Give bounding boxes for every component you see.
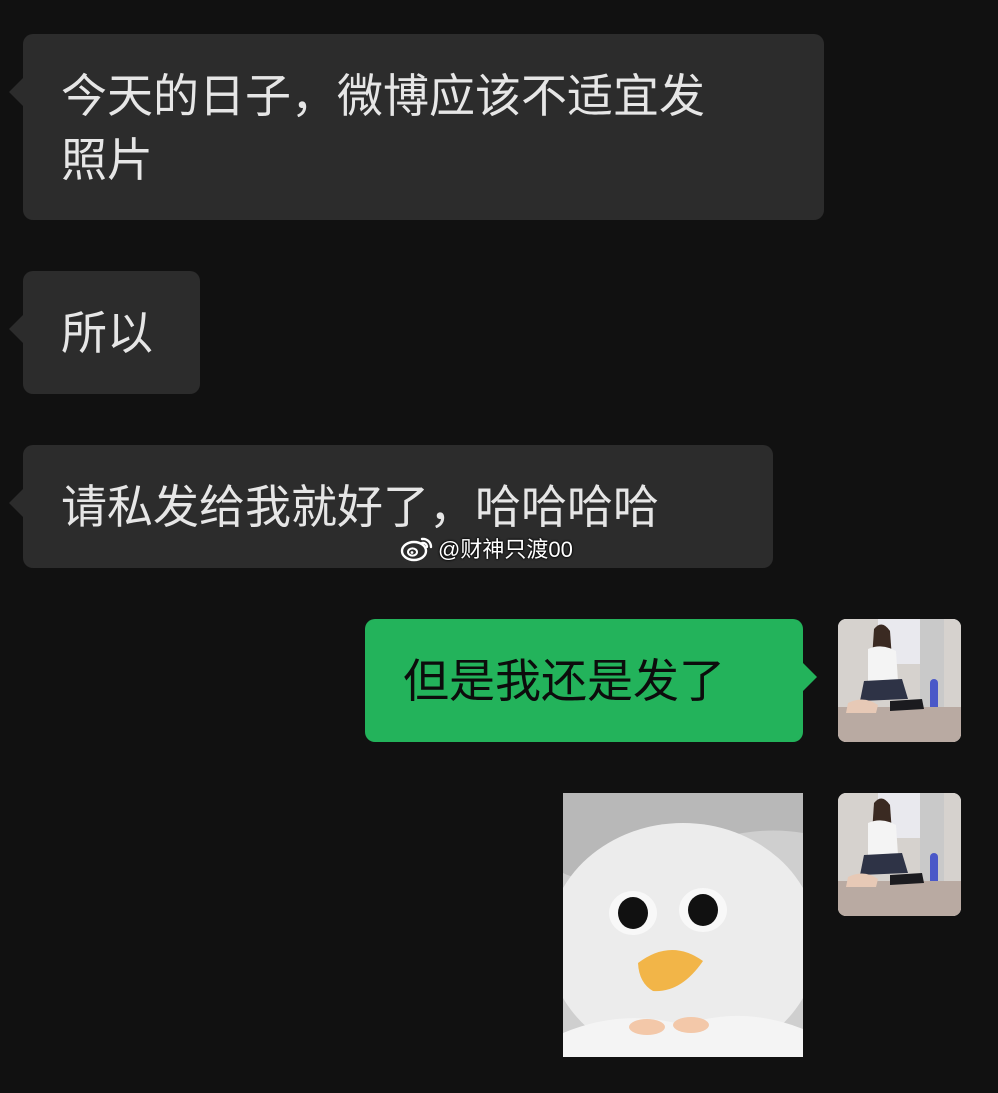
message-text: 所以 xyxy=(61,306,153,360)
outgoing-message-bubble[interactable]: 但是我还是发了 xyxy=(365,619,817,742)
weibo-watermark: @财神只渡00 xyxy=(400,533,573,563)
avatar[interactable] xyxy=(838,793,961,916)
avatar-photo xyxy=(838,619,961,742)
duck-pointing-sticker-image xyxy=(563,793,803,1057)
incoming-message-bubble[interactable]: 所以 xyxy=(9,271,200,394)
incoming-message-bubble[interactable]: 今天的日子，微博应该不适宜发 照片 xyxy=(9,34,824,220)
message-text: 但是我还是发了 xyxy=(403,654,725,708)
incoming-message-bubble[interactable]: 请私发给我就好了，哈哈哈哈 xyxy=(9,445,773,568)
message-text: 今天的日子，微博应该不适宜发 照片 xyxy=(61,69,705,187)
weibo-logo-icon xyxy=(400,537,433,562)
avatar[interactable] xyxy=(838,619,961,742)
watermark-text: @财神只渡00 xyxy=(438,537,573,562)
avatar-photo xyxy=(838,793,961,916)
duck-pointing-sticker[interactable] xyxy=(563,793,803,1057)
message-text: 请私发给我就好了，哈哈哈哈 xyxy=(61,480,659,534)
